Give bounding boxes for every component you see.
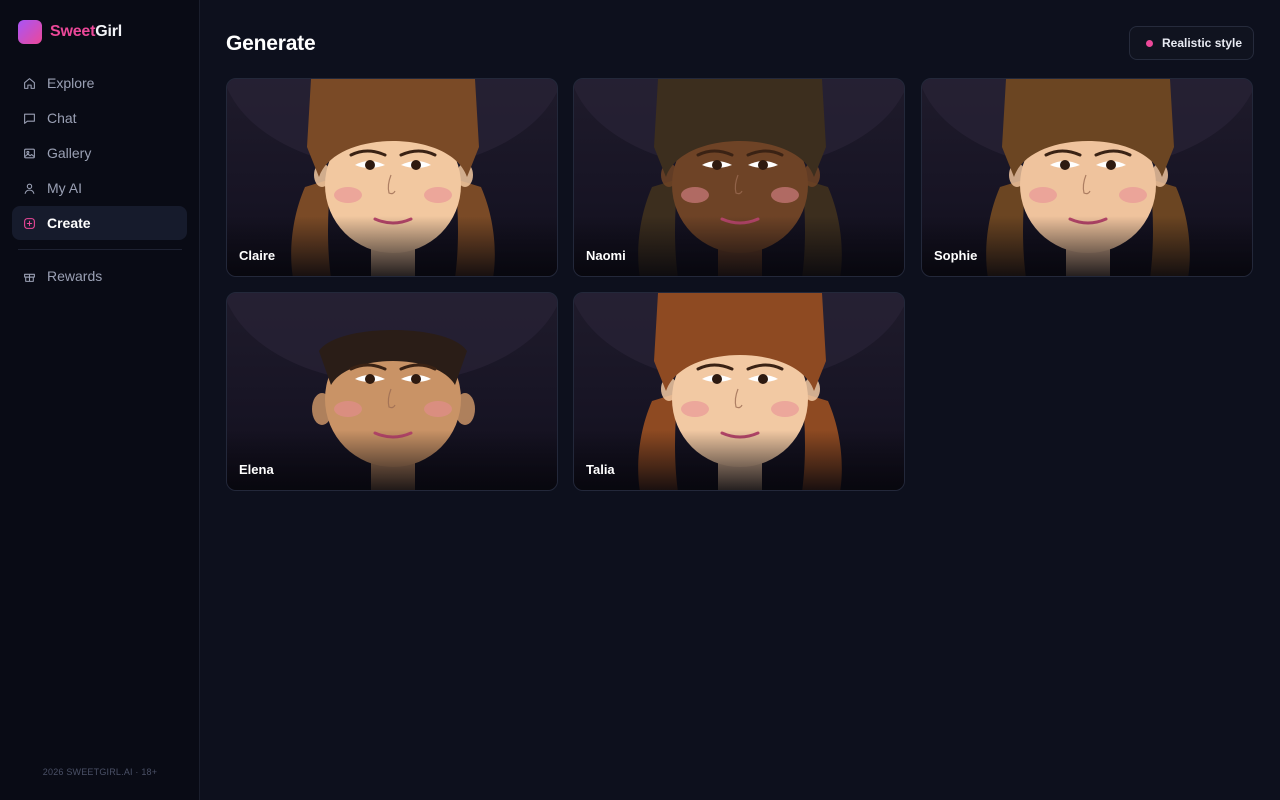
character-name: Elena xyxy=(239,462,274,477)
sidebar-item-label: Rewards xyxy=(47,268,103,284)
character-card-sophie[interactable]: Sophie xyxy=(921,78,1253,277)
sidebar-item-label: Create xyxy=(47,215,91,231)
sidebar: SweetGirl Explore Chat Gallery My AI Cre… xyxy=(0,0,200,800)
style-dot-icon xyxy=(1146,39,1153,47)
character-card-elena[interactable]: Elena xyxy=(226,292,558,491)
image-icon xyxy=(24,148,35,158)
card-shade xyxy=(227,216,557,276)
gift-icon xyxy=(24,273,35,282)
page-title: Generate xyxy=(226,32,316,55)
sidebar-item-rewards[interactable]: Rewards xyxy=(12,259,187,293)
sidebar-divider xyxy=(18,249,182,250)
character-name: Naomi xyxy=(586,248,626,263)
card-shade xyxy=(227,430,557,490)
character-name: Talia xyxy=(586,462,615,477)
character-name: Claire xyxy=(239,248,276,263)
character-name: Sophie xyxy=(934,248,978,263)
style-button-label: Realistic style xyxy=(1162,36,1243,50)
card-shade xyxy=(574,216,904,276)
sidebar-item-label: Chat xyxy=(47,110,77,126)
brand-logo-icon xyxy=(18,20,42,44)
sidebar-item-my-ai[interactable]: My AI xyxy=(12,171,187,205)
sidebar-secondary-nav: Rewards xyxy=(12,259,187,294)
card-shade xyxy=(922,216,1252,276)
character-card-claire[interactable]: Claire xyxy=(226,78,558,277)
card-shade xyxy=(574,430,904,490)
sidebar-item-label: My AI xyxy=(47,180,83,196)
brand-name: SweetGirl xyxy=(50,23,123,40)
sidebar-nav: Explore Chat Gallery My AI Create xyxy=(12,66,187,241)
realistic-style-button[interactable]: Realistic style xyxy=(1129,26,1254,60)
sidebar-footer: 2026 SWEETGIRL.AI · 18+ xyxy=(42,767,158,777)
sidebar-item-chat[interactable]: Chat xyxy=(12,101,187,135)
sidebar-item-gallery[interactable]: Gallery xyxy=(12,136,187,170)
home-icon xyxy=(24,77,35,89)
sidebar-item-label: Explore xyxy=(47,75,95,91)
sidebar-item-label: Gallery xyxy=(47,145,92,161)
sidebar-item-explore[interactable]: Explore xyxy=(12,66,187,100)
sidebar-item-create[interactable]: Create xyxy=(12,206,187,240)
user-icon xyxy=(24,183,35,194)
brand[interactable]: SweetGirl xyxy=(18,20,122,44)
character-card-naomi[interactable]: Naomi xyxy=(573,78,905,277)
character-card-talia[interactable]: Talia xyxy=(573,292,905,491)
chat-icon xyxy=(24,113,35,124)
plus-square-icon xyxy=(24,217,35,229)
